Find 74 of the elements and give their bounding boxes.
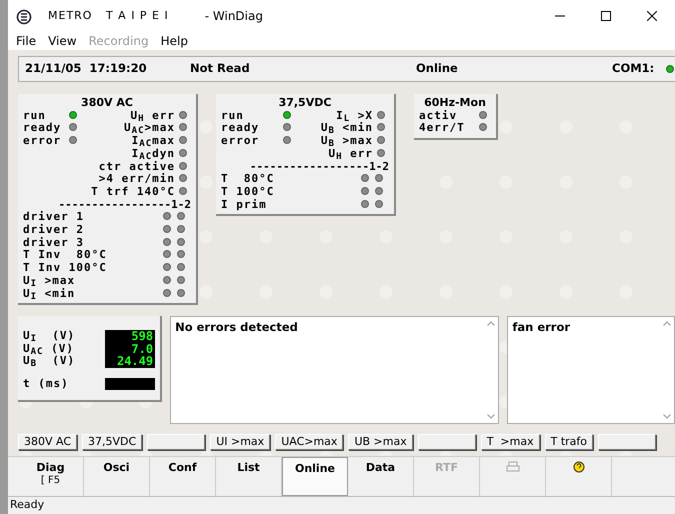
signal-button[interactable]: 37,5VDC bbox=[82, 434, 142, 450]
signal-label: >4 err/min bbox=[98, 173, 175, 186]
timer-display bbox=[105, 378, 156, 390]
channel-label: driver 1 bbox=[23, 211, 85, 224]
menu-item[interactable]: View bbox=[48, 32, 77, 50]
channel-label: U$_{I}$ >max bbox=[23, 274, 76, 288]
scroll-up-icon[interactable] bbox=[662, 321, 671, 326]
read-status-text: Not Read bbox=[190, 60, 251, 78]
reading-label: U$_{AC}$ (V) bbox=[23, 342, 75, 356]
signal-label: U$_{H}$ err bbox=[328, 148, 373, 161]
divider-text: ------------------1-2 bbox=[248, 160, 389, 174]
reading-display: 7.0 bbox=[105, 342, 156, 356]
signal-button[interactable]: 380V AC bbox=[18, 434, 78, 450]
channel-label: driver 2 bbox=[23, 224, 85, 237]
message-text: fan error bbox=[511, 319, 572, 336]
signal-label: U$_{B}$ <min bbox=[320, 122, 373, 136]
scroll-down-icon[interactable] bbox=[487, 414, 496, 419]
menu-item[interactable]: File bbox=[16, 32, 36, 50]
channel-label: T 80°C bbox=[221, 173, 276, 186]
signal-button[interactable] bbox=[418, 434, 476, 450]
signal-button[interactable]: T trafo bbox=[544, 434, 594, 450]
signal-button[interactable]: UI >max bbox=[210, 434, 270, 450]
signal-button[interactable]: UAC>max bbox=[275, 434, 344, 450]
panel-title: 380V AC bbox=[80, 97, 134, 110]
status-text: Ready bbox=[10, 498, 44, 511]
channel-label: T 100°C bbox=[221, 186, 276, 199]
status-label: run bbox=[23, 110, 47, 122]
timer-label: t (ms) bbox=[23, 378, 69, 391]
signal-label: U$_{B}$ >max bbox=[320, 135, 373, 148]
status-label: error bbox=[221, 135, 260, 148]
panel-title: 60Hz-Mon bbox=[423, 97, 487, 110]
signal-label: I$_{AC}$dyn bbox=[132, 148, 175, 161]
menu-item[interactable]: Help bbox=[160, 32, 188, 50]
help-icon bbox=[572, 461, 584, 473]
status-label: error bbox=[23, 135, 62, 148]
signal-label: T trf 140°C bbox=[90, 186, 175, 199]
channel-label: T Inv 100°C bbox=[23, 262, 108, 275]
divider-text: -----------------1-2 bbox=[58, 198, 191, 211]
port-label: COM1: bbox=[612, 60, 654, 78]
signal-label: U$_{AC}$>max bbox=[123, 122, 175, 136]
status-label: ready bbox=[221, 122, 260, 136]
panel-title: 37,5VDC bbox=[278, 97, 332, 110]
toolbar-button[interactable]: Online bbox=[282, 457, 348, 496]
signal-label: activ bbox=[419, 110, 458, 122]
window-title: - WinDiag bbox=[204, 8, 263, 25]
maximize-icon[interactable] bbox=[601, 11, 611, 21]
signal-button[interactable] bbox=[147, 434, 206, 450]
window-title: METRO T A I P E I bbox=[48, 8, 169, 24]
close-icon[interactable] bbox=[647, 11, 657, 21]
reading-display: 24.49 bbox=[105, 355, 156, 368]
scroll-down-icon[interactable] bbox=[662, 414, 671, 419]
signal-button[interactable] bbox=[598, 434, 656, 450]
printer-icon bbox=[506, 461, 520, 473]
signal-button[interactable]: UB >max bbox=[348, 434, 413, 450]
signal-label: 4err/T bbox=[419, 122, 466, 136]
signal-label: U$_{H}$ err bbox=[130, 110, 175, 122]
status-label: run bbox=[221, 110, 245, 122]
scroll-up-icon[interactable] bbox=[487, 321, 496, 326]
channel-label: T Inv 80°C bbox=[23, 249, 108, 262]
channel-label: U$_{I}$ <min bbox=[23, 288, 76, 300]
channel-label: driver 3 bbox=[23, 236, 85, 250]
reading-label: U$_{B}$ (V) bbox=[23, 355, 76, 368]
message-text: No errors detected bbox=[174, 319, 299, 336]
date-time-text: 21/11/05 17:19:20 bbox=[25, 60, 148, 78]
app-logo-icon bbox=[16, 8, 32, 25]
signal-button[interactable]: T >max bbox=[480, 434, 540, 450]
reading-label: U$_{I}$ (V) bbox=[23, 330, 76, 343]
reading-display: 598 bbox=[105, 330, 156, 343]
signal-label: ctr active bbox=[98, 160, 175, 173]
channel-label: I prim bbox=[221, 198, 268, 212]
status-label: ready bbox=[23, 122, 62, 136]
signal-label: I$_{L}$ >X bbox=[335, 110, 373, 122]
connection-status-text: Online bbox=[416, 60, 459, 78]
signal-label: I$_{AC}$max bbox=[130, 135, 175, 148]
